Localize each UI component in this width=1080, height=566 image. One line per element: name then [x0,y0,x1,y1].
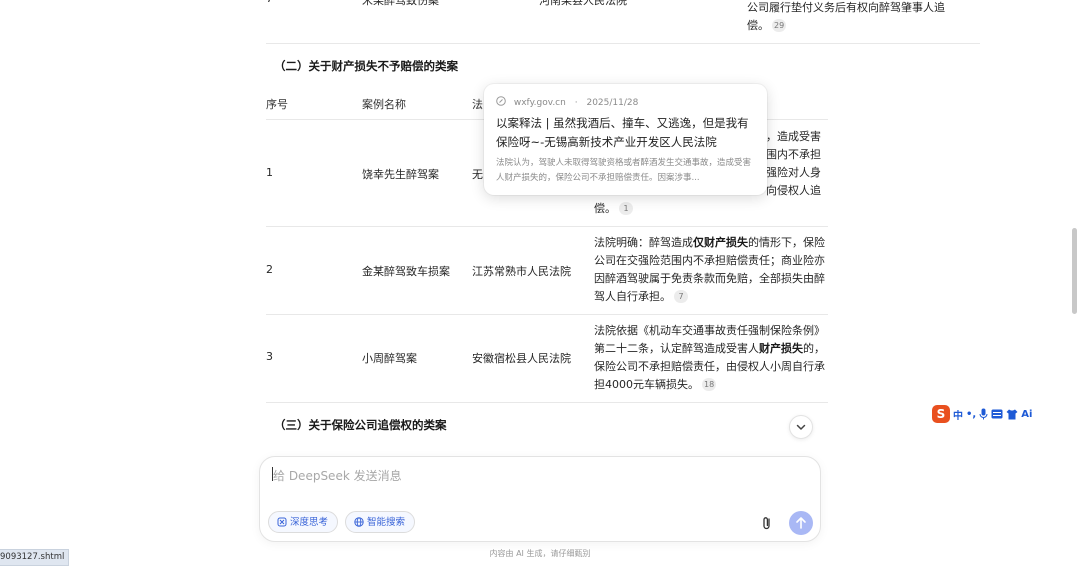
table-cell-court: 河南某县人民法院 [539,0,627,7]
popover-title[interactable]: 以案释法 | 虽然我酒后、撞车、又逃逸，但是我有保险呀~-无锡高新技术产业开发区… [496,114,758,152]
chat-input-box[interactable]: 给 DeepSeek 发送消息 深度思考 智能搜索 [259,456,821,542]
table-cell-name: 宋某醉驾致伤案 [362,0,439,7]
citation-badge[interactable]: 18 [702,378,717,391]
status-bar-url: 9093127.shtml [0,549,70,566]
table-cell-court: 无 [472,168,483,181]
scroll-to-bottom-button[interactable] [789,415,813,439]
ime-toolbar[interactable]: S 中 •, Ai [932,404,1052,424]
table-header-num: 序号 [266,98,288,111]
globe-icon [354,517,364,527]
row-divider [266,43,980,44]
table-header-court: 法 [472,98,483,111]
table-cell-name: 饶幸先生醉驾案 [362,168,439,181]
citation-badge[interactable]: 1 [619,202,633,215]
table-header-name: 案例名称 [362,98,406,111]
link-icon [496,96,506,106]
table-cell-court: 安徽宿松县人民法院 [472,352,571,365]
ai-disclaimer: 内容由 AI 生成，请仔细甄别 [489,549,591,558]
chevron-down-icon [796,424,806,430]
table-cell-desc: 法院明确：醉驾造成仅财产损失的情形下，保险 公司在交强险范围内不承担赔偿责任；商… [594,236,825,303]
skin-icon[interactable] [1006,409,1018,420]
citation-popover[interactable]: wxfy.gov.cn · 2025/11/28 以案释法 | 虽然我酒后、撞车… [484,84,767,195]
page-scrollbar[interactable] [1072,228,1077,314]
message-input[interactable]: 给 DeepSeek 发送消息 [273,467,402,484]
microphone-icon[interactable] [979,408,988,420]
arrow-up-icon [796,517,806,529]
ai-assistant-icon[interactable]: Ai [1021,409,1032,420]
keyboard-icon[interactable] [991,409,1003,419]
deep-think-toggle[interactable]: 深度思考 [268,511,339,533]
attach-button[interactable] [760,515,774,535]
atom-icon [277,517,287,527]
citation-badge[interactable]: 7 [674,290,688,303]
row-divider [266,226,828,227]
table-cell-num: 7 [266,0,273,5]
table-cell-name: 金某醉驾致车损案 [362,265,450,278]
table-cell-num: 3 [266,350,273,363]
punctuation-icon[interactable]: •, [966,409,976,420]
web-search-toggle[interactable]: 智能搜索 [345,511,416,533]
citation-badge[interactable]: 29 [772,19,787,32]
row-divider [266,314,828,315]
table-cell-num: 1 [266,166,273,179]
ime-lang-toggle[interactable]: 中 [953,407,963,422]
paperclip-icon [763,517,770,530]
table-cell-desc: 法院依据《机动车交通事故责任强制保险条例》 第二十二条，认定醉驾造成受害人财产损… [594,324,825,391]
row-divider [266,402,828,403]
table-cell-desc: ，造成受害 围内不承担 强险对人身 向侵权人追 [766,130,821,197]
popover-snippet: 法院认为，驾驶人未取得驾驶资格或者醉酒发生交通事故，造成受害人财产损失的，保险公… [496,158,752,183]
section-title: （三）关于保险公司追偿权的类案 [274,418,447,432]
table-cell-desc-end: 偿。 1 [594,200,830,218]
table-cell-name: 小周醉驾案 [362,352,417,365]
table-cell-court: 江苏常熟市人民法院 [472,265,571,278]
send-button[interactable] [789,511,813,535]
table-cell-desc: 公司履行垫付义务后有权向醉驾肇事人追 偿。 29 [747,1,945,32]
section-title: （二）关于财产损失不予赔偿的类案 [274,59,458,73]
sogou-logo-icon[interactable]: S [932,405,950,423]
table-cell-num: 2 [266,263,273,276]
popover-source: wxfy.gov.cn · 2025/11/28 [496,96,638,108]
